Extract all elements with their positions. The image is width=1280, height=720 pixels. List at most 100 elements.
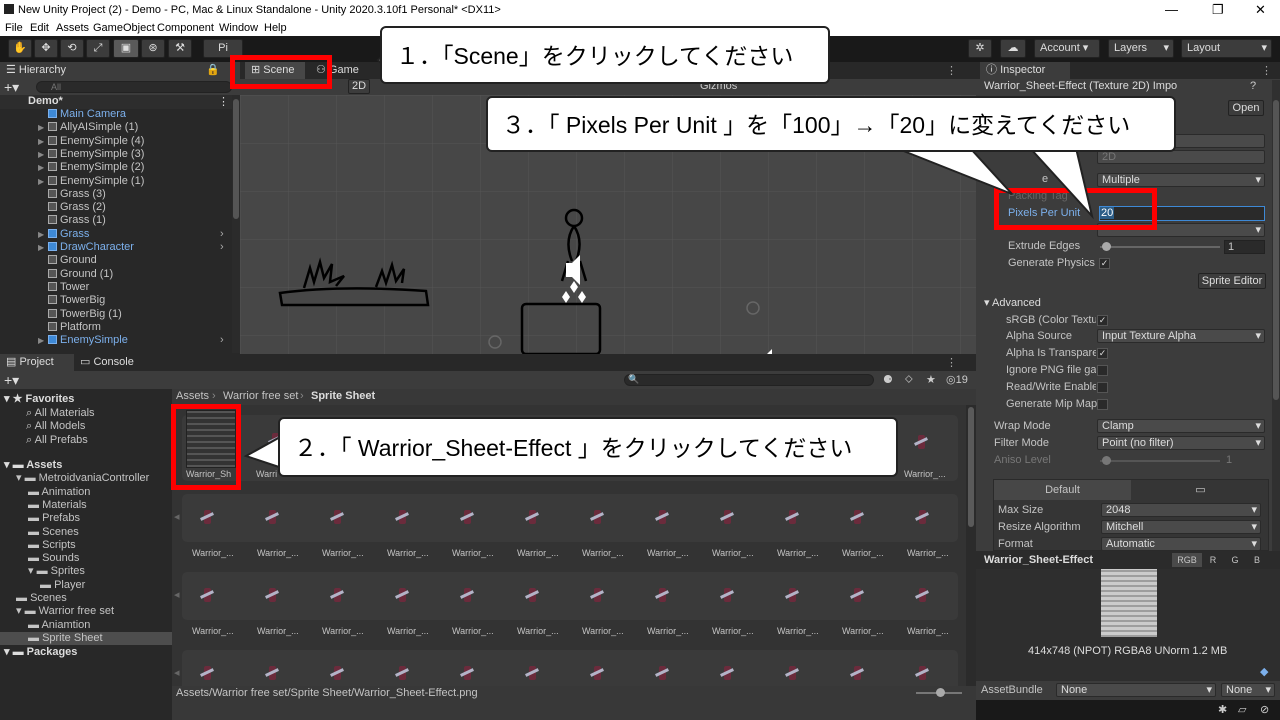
minimize-icon[interactable]: — bbox=[1165, 2, 1178, 17]
srgb-checkbox[interactable]: ✓ bbox=[1097, 315, 1108, 326]
hierarchy-item[interactable]: ▶ DrawCharacter › bbox=[0, 241, 232, 254]
project-folder[interactable]: ▬ Scripts bbox=[0, 539, 172, 552]
channel-b[interactable]: B bbox=[1248, 553, 1266, 567]
open-button[interactable]: Open bbox=[1228, 100, 1264, 116]
scene-menu-icon[interactable]: ⋮ bbox=[946, 64, 957, 77]
sprite-thumbnail[interactable] bbox=[326, 506, 348, 528]
filter-type-icon[interactable]: ⚈ bbox=[883, 373, 893, 386]
sprite-thumbnail[interactable] bbox=[261, 506, 283, 528]
sprite-thumbnail[interactable] bbox=[391, 584, 413, 606]
hierarchy-item[interactable]: Platform bbox=[0, 321, 232, 334]
format-dropdown[interactable]: Automatic ▾ bbox=[1101, 537, 1261, 551]
rotate-tool-icon[interactable]: ⟲ bbox=[60, 39, 84, 58]
wrap-mode-dropdown[interactable]: Clamp ▾ bbox=[1097, 419, 1265, 433]
collapse-icon[interactable]: ◂ bbox=[174, 588, 180, 601]
sprite-thumbnail[interactable] bbox=[261, 662, 283, 684]
tab-platform-default[interactable]: Default bbox=[994, 480, 1131, 500]
sprite-thumbnail[interactable] bbox=[391, 662, 413, 684]
menu-3[interactable]: GameObject bbox=[93, 22, 155, 34]
project-folder[interactable]: ▾ ▬ MetroidvaniaController bbox=[0, 472, 172, 485]
project-folder[interactable]: ▬ Sprite Sheet bbox=[0, 631, 172, 645]
breadcrumb-1[interactable]: Warrior free set bbox=[223, 390, 298, 402]
project-folder[interactable]: ▾ ▬ Warrior free set bbox=[0, 605, 172, 618]
sprite-thumbnail[interactable] bbox=[521, 506, 543, 528]
asset-scrollbar[interactable] bbox=[966, 405, 976, 686]
project-folder[interactable]: ▬ Prefabs bbox=[0, 512, 172, 525]
hierarchy-item[interactable]: Grass (3) bbox=[0, 188, 232, 201]
max-size-dropdown[interactable]: 2048 ▾ bbox=[1101, 503, 1261, 517]
sprite-thumbnail[interactable] bbox=[391, 506, 413, 528]
rect-tool-icon[interactable]: ▣ bbox=[113, 39, 139, 58]
hierarchy-item[interactable]: ▶ EnemySimple (1) bbox=[0, 175, 232, 188]
project-search-input[interactable]: 🔍 bbox=[624, 374, 874, 386]
read-write-checkbox[interactable] bbox=[1097, 382, 1108, 393]
sprite-thumbnail[interactable] bbox=[781, 584, 803, 606]
hierarchy-item[interactable]: Main Camera bbox=[0, 108, 232, 121]
tab-inspector[interactable]: ⓘ Inspector bbox=[980, 62, 1070, 79]
create-icon[interactable]: +▾ bbox=[4, 372, 19, 389]
hierarchy-item[interactable]: ▶ EnemySimple (4) bbox=[0, 135, 232, 148]
sprite-thumbnail[interactable] bbox=[456, 584, 478, 606]
menu-1[interactable]: Edit bbox=[30, 22, 49, 34]
cloud-icon[interactable]: ☁ bbox=[1000, 39, 1026, 58]
menu-4[interactable]: Component bbox=[157, 22, 214, 34]
sprite-thumbnail[interactable] bbox=[196, 584, 218, 606]
sprite-thumbnail[interactable] bbox=[651, 506, 673, 528]
sprite-thumbnail[interactable] bbox=[651, 584, 673, 606]
resize-dropdown[interactable]: Mitchell ▾ bbox=[1101, 520, 1261, 534]
expand-arrow-icon[interactable]: ▶ bbox=[38, 148, 48, 161]
hierarchy-item[interactable]: TowerBig (1) bbox=[0, 308, 232, 321]
sprite-thumbnail[interactable] bbox=[586, 662, 608, 684]
alpha-source-dropdown[interactable]: Input Texture Alpha ▾ bbox=[1097, 329, 1265, 343]
sprite-thumbnail[interactable] bbox=[521, 584, 543, 606]
sprite-thumbnail[interactable] bbox=[326, 662, 348, 684]
menu-2[interactable]: Assets bbox=[56, 22, 89, 34]
expand-arrow-icon[interactable]: ▶ bbox=[38, 241, 48, 254]
favorites-header[interactable]: ▾ ★ Favorites bbox=[4, 393, 74, 406]
sprite-thumbnail[interactable] bbox=[716, 662, 738, 684]
expand-arrow-icon[interactable]: ▶ bbox=[38, 334, 48, 347]
advanced-foldout[interactable]: ▾ Advanced bbox=[984, 296, 1041, 309]
hierarchy-item[interactable]: ▶ EnemySimple (2) bbox=[0, 161, 232, 174]
channel-g[interactable]: G bbox=[1226, 553, 1244, 567]
sprite-thumbnail[interactable] bbox=[651, 662, 673, 684]
sprite-thumbnail[interactable] bbox=[911, 506, 933, 528]
project-folder[interactable]: ▾ ▬ Assets bbox=[0, 459, 172, 472]
layout-dropdown[interactable]: Layout ▾ bbox=[1181, 39, 1272, 58]
extrude-input[interactable]: 1 bbox=[1224, 240, 1265, 254]
sprite-thumbnail[interactable] bbox=[846, 506, 868, 528]
debug-icon[interactable]: ✱ bbox=[1218, 703, 1227, 716]
breadcrumb-0[interactable]: Assets bbox=[176, 390, 209, 402]
sprite-thumbnail[interactable] bbox=[846, 584, 868, 606]
hierarchy-item[interactable]: Ground bbox=[0, 254, 232, 267]
help-icon[interactable]: ? bbox=[1250, 80, 1256, 92]
maximize-icon[interactable]: ❐ bbox=[1212, 2, 1224, 18]
sprite-mode-dropdown[interactable]: Multiple ▾ bbox=[1097, 173, 1265, 187]
project-folder[interactable]: ▬ Materials bbox=[0, 499, 172, 512]
chevron-right-icon[interactable]: › bbox=[220, 241, 224, 254]
close-icon[interactable]: ✕ bbox=[1255, 2, 1266, 18]
sprite-thumbnail[interactable] bbox=[846, 662, 868, 684]
sprite-thumbnail[interactable] bbox=[196, 662, 218, 684]
sprite-thumbnail[interactable] bbox=[586, 584, 608, 606]
menu-6[interactable]: Help bbox=[264, 22, 287, 34]
scale-tool-icon[interactable]: ⤢ bbox=[86, 39, 110, 58]
hierarchy-item[interactable]: ▶ EnemySimple (3) bbox=[0, 148, 232, 161]
sprite-thumbnail[interactable] bbox=[911, 662, 933, 684]
menu-0[interactable]: File bbox=[5, 22, 23, 34]
hierarchy-item[interactable]: Grass (2) bbox=[0, 201, 232, 214]
custom-tool-icon[interactable]: ⚒ bbox=[168, 39, 192, 58]
2d-toggle[interactable]: 2D bbox=[348, 79, 370, 94]
tab-console[interactable]: ▭ Console bbox=[74, 354, 144, 371]
favorite-item[interactable]: ⌕ All Prefabs bbox=[26, 434, 88, 447]
project-folder[interactable]: ▬ Scenes bbox=[0, 526, 172, 539]
sprite-thumbnail[interactable] bbox=[911, 584, 933, 606]
expand-arrow-icon[interactable]: ▶ bbox=[38, 161, 48, 174]
breadcrumb-2[interactable]: Sprite Sheet bbox=[311, 390, 375, 402]
expand-arrow-icon[interactable]: ▶ bbox=[38, 121, 48, 134]
hand-tool-icon[interactable]: ✋ bbox=[8, 39, 32, 58]
filter-mode-dropdown[interactable]: Point (no filter) ▾ bbox=[1097, 436, 1265, 450]
collapse-icon[interactable]: ◂ bbox=[174, 666, 180, 679]
sprite-thumbnail[interactable] bbox=[261, 584, 283, 606]
inspector-menu-icon[interactable]: ⋮ bbox=[1261, 64, 1272, 77]
